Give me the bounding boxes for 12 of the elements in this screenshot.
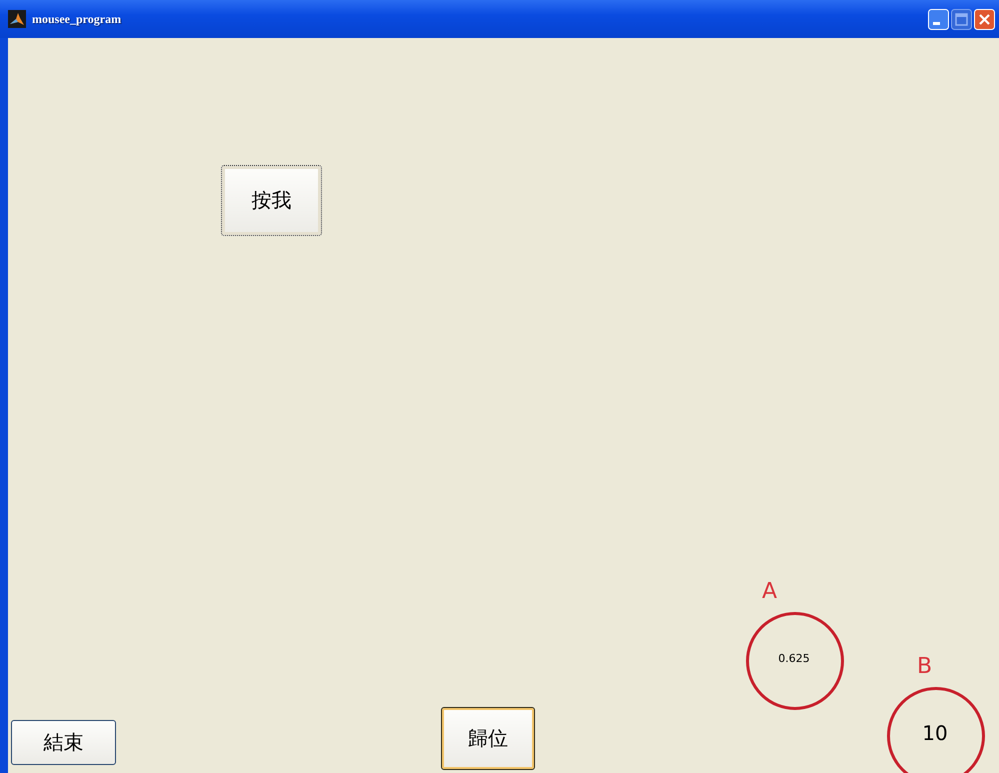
annotation-label: B [917, 656, 932, 678]
annotation-label: A [762, 581, 778, 603]
minimize-icon[interactable] [928, 8, 949, 30]
push-button[interactable]: 結束 [11, 720, 116, 765]
app-icon [8, 10, 26, 28]
value-text: 10 [921, 723, 949, 743]
maximize-icon[interactable] [951, 8, 972, 30]
value-text: 0.625 [777, 653, 811, 664]
window-title: mousee_program [32, 12, 122, 26]
push-button[interactable]: 按我 [221, 165, 322, 236]
push-button[interactable]: 歸位 [441, 707, 535, 770]
close-icon[interactable] [974, 8, 995, 30]
